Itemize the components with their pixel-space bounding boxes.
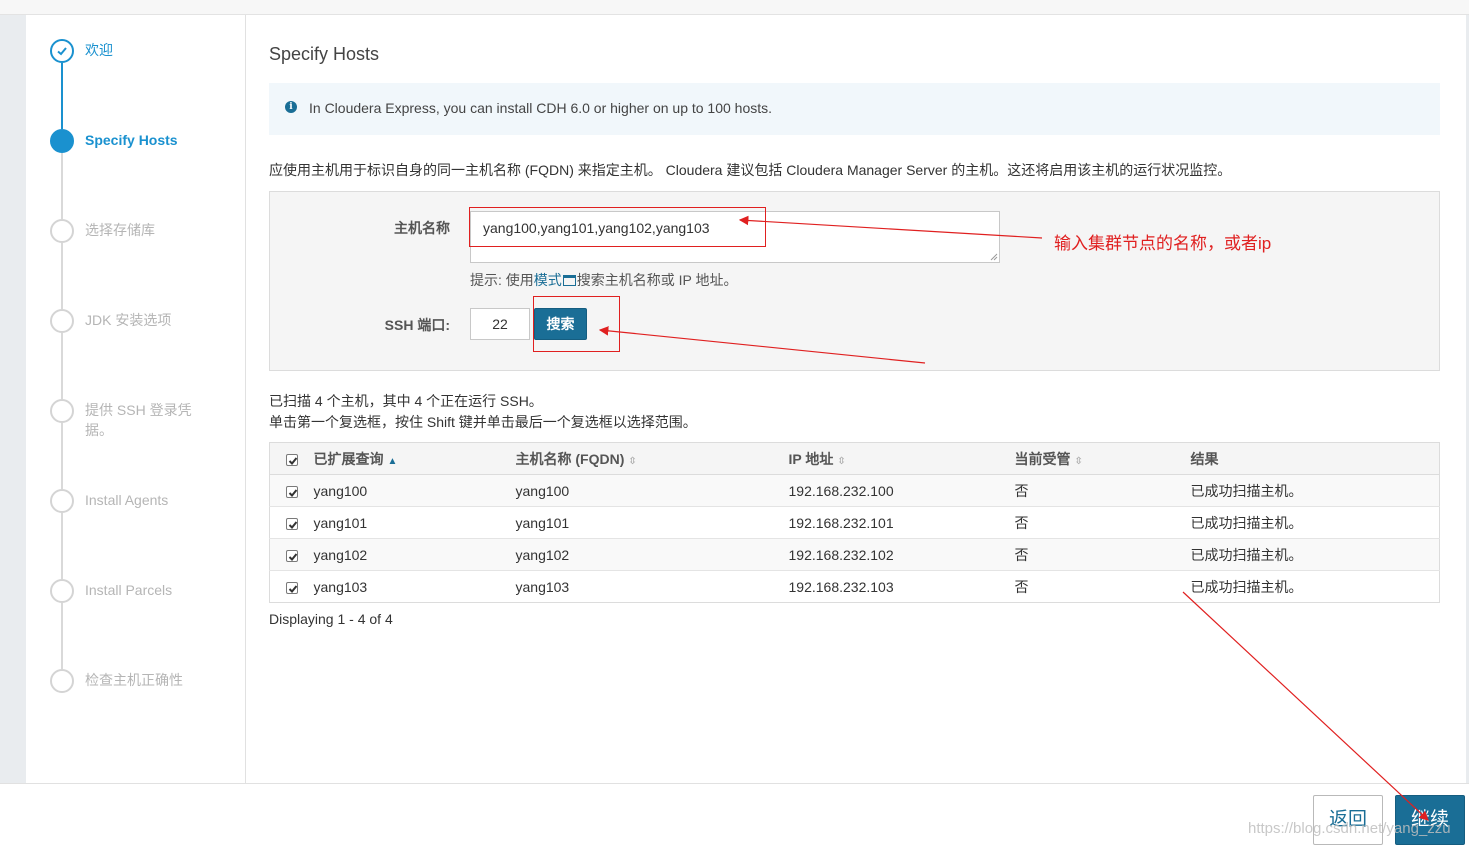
arrow-to-search (598, 326, 926, 364)
annotation-arrows (598, 215, 1429, 821)
arrow-to-hostnames (738, 215, 1043, 239)
arrow-to-continue (1182, 591, 1429, 821)
